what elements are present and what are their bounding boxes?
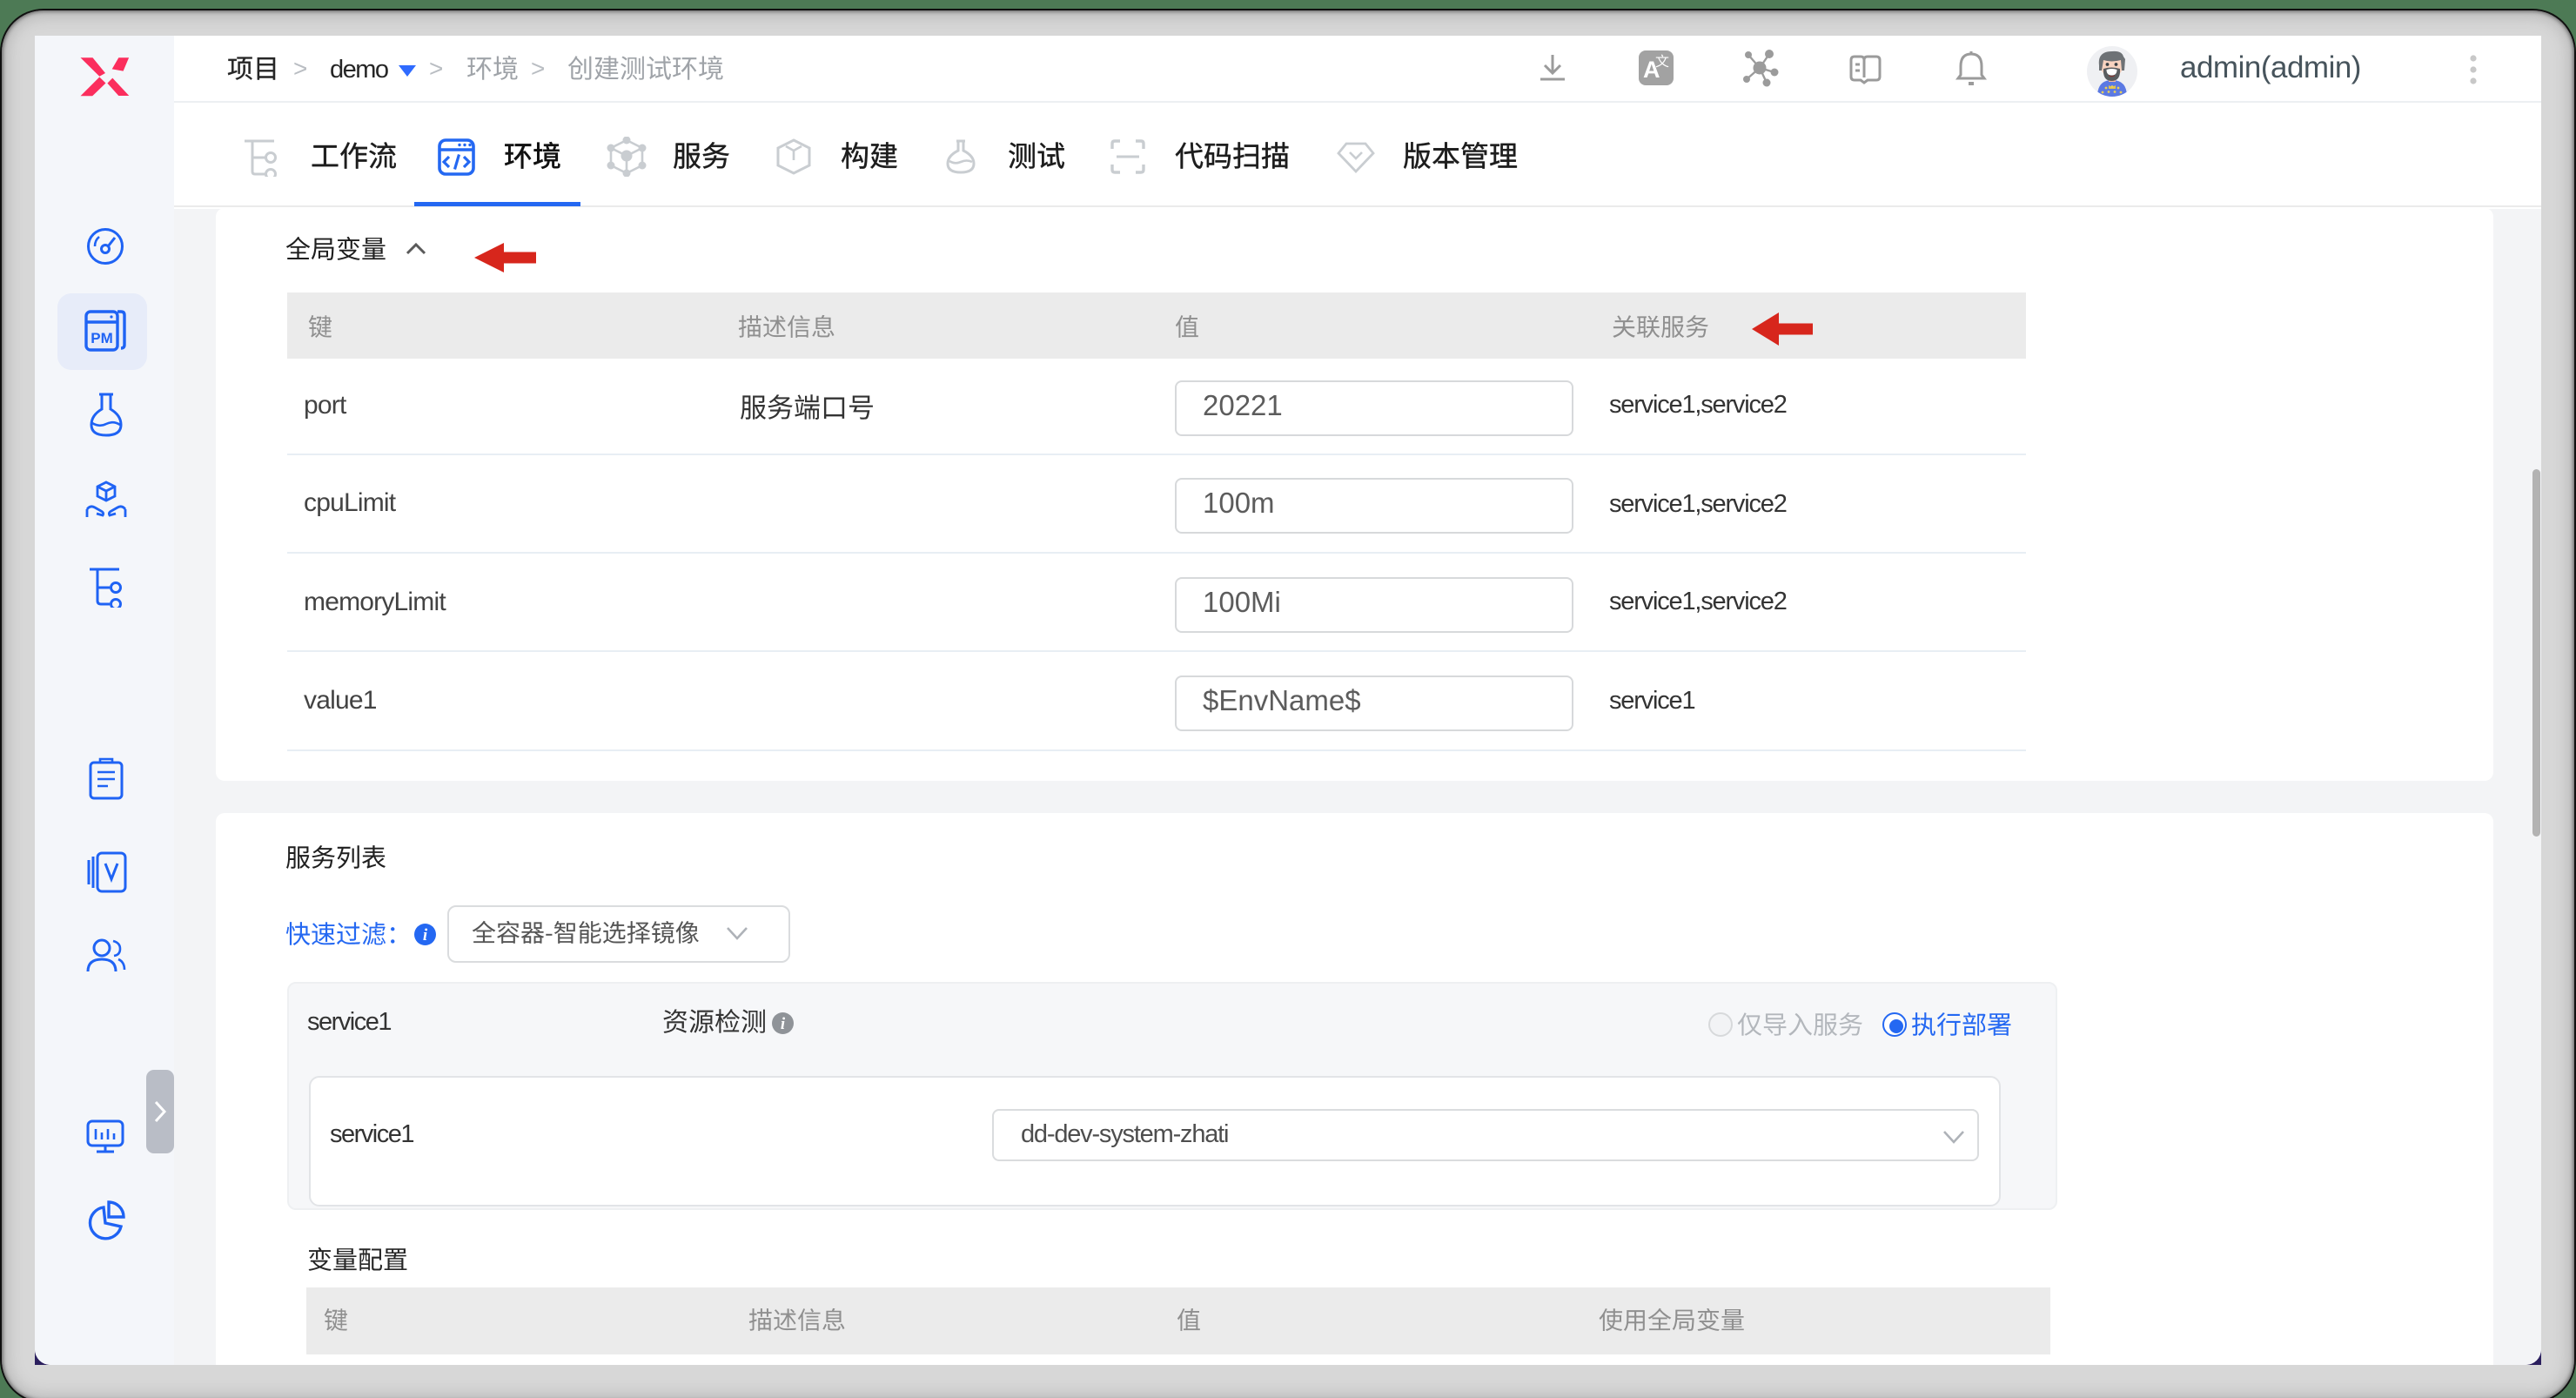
svg-text:PM: PM [91, 330, 113, 346]
svg-text:i: i [781, 1015, 786, 1033]
svg-text:i: i [423, 926, 428, 944]
